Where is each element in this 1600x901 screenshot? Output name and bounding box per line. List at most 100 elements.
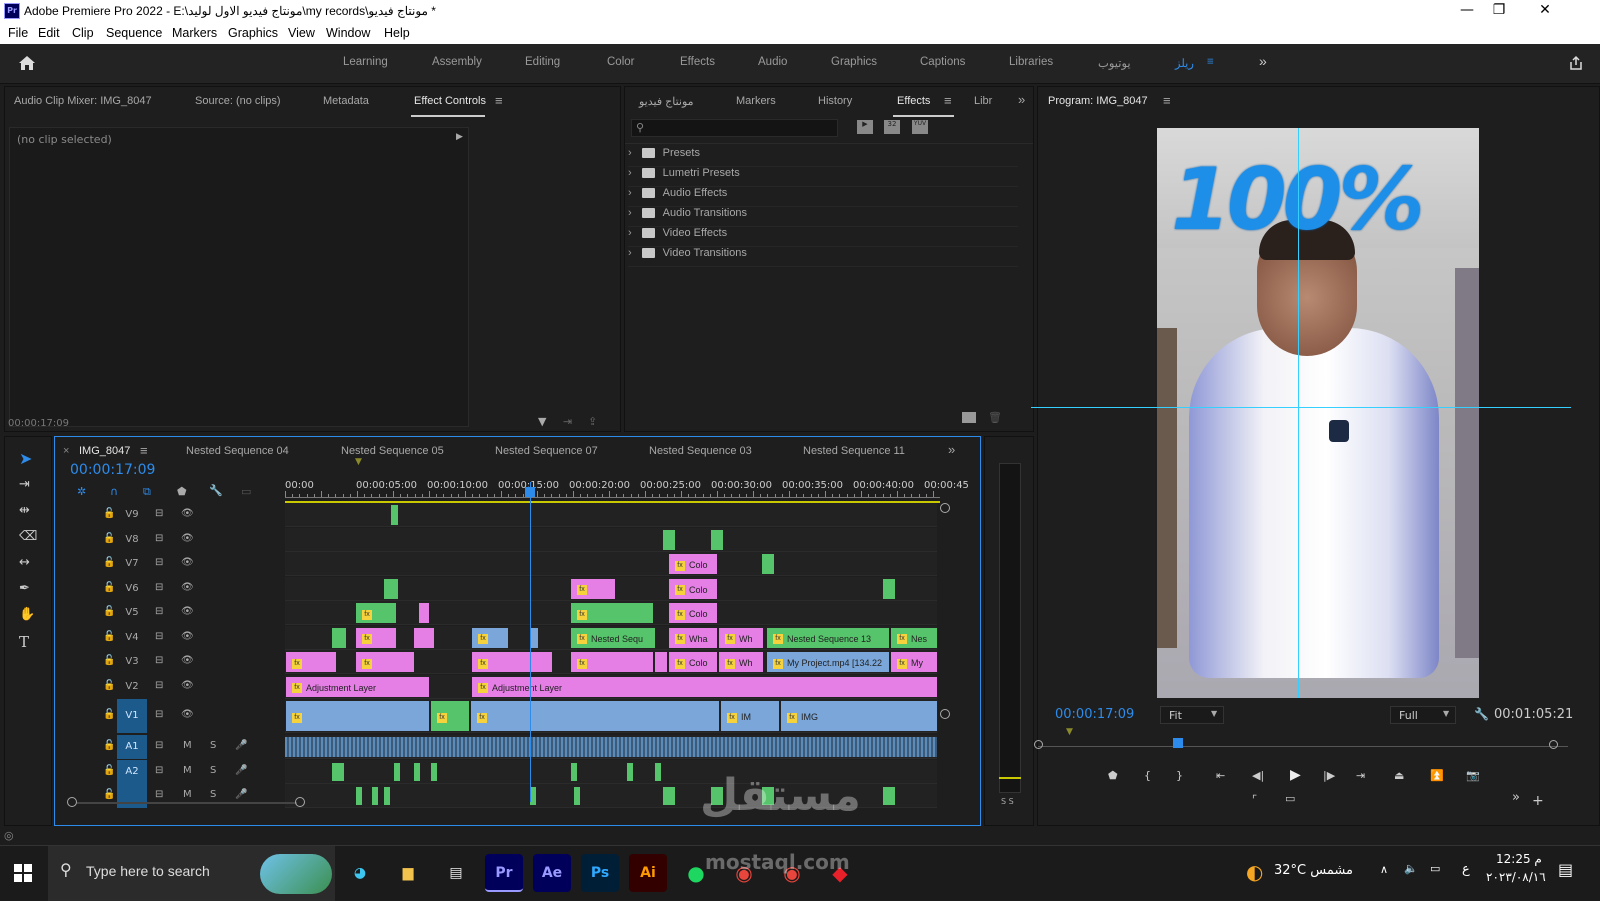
track-label[interactable]: V2 xyxy=(117,679,147,695)
effects-tree-item[interactable]: › Lumetri Presets xyxy=(628,167,1018,187)
tab-nested-04[interactable]: Nested Sequence 04 xyxy=(186,445,289,457)
effects-tree-item[interactable]: › Presets xyxy=(628,147,1018,167)
track-label[interactable]: V3 xyxy=(117,654,147,670)
add-marker-icon[interactable]: ⬟ xyxy=(1108,769,1118,782)
menu-window[interactable]: Window xyxy=(326,26,370,40)
sync-lock-icon[interactable]: ⊟ xyxy=(155,740,163,751)
track-lane[interactable]: fx Adjustment Layer fx Adjustment Layer xyxy=(285,674,938,699)
track-lane[interactable] xyxy=(285,735,937,759)
sync-lock-icon[interactable]: ⊟ xyxy=(155,765,163,776)
track-label[interactable]: V5 xyxy=(117,605,147,621)
program-monitor-title[interactable]: Program: IMG_8047 xyxy=(1048,95,1148,107)
track-lane[interactable]: fx fx fx fx fx Colo fx Wh fx My Project.mp4 [134.… xyxy=(285,650,938,674)
audio-clip[interactable] xyxy=(430,761,438,782)
panel-more-icon[interactable]: » xyxy=(1018,92,1025,107)
network-icon[interactable]: ▭ xyxy=(1430,862,1440,875)
lock-icon[interactable]: 🔓 xyxy=(103,655,115,666)
sync-lock-icon[interactable]: ⊟ xyxy=(155,533,163,544)
language-indicator[interactable]: ع xyxy=(1462,862,1470,877)
effects-tree-item[interactable]: › Audio Transitions xyxy=(628,207,1018,227)
go-to-out-icon[interactable]: ⇥ xyxy=(1356,769,1365,782)
eye-icon[interactable]: 👁 xyxy=(181,680,194,691)
workspaces-more-icon[interactable]: » xyxy=(1259,53,1267,69)
workspace-youtube[interactable]: يوتيوب xyxy=(1098,56,1131,70)
workspace-menu-icon[interactable]: ≡ xyxy=(1207,56,1214,68)
timeline-clip[interactable]: fx xyxy=(470,700,720,732)
more-controls-icon[interactable]: » xyxy=(1512,790,1520,805)
track-label[interactable]: A2 xyxy=(117,759,147,784)
timeline-clip[interactable]: fx Nes xyxy=(890,626,938,649)
track-label[interactable]: V7 xyxy=(117,556,147,572)
close-button[interactable]: ✕ xyxy=(1530,2,1560,18)
menu-edit[interactable]: Edit xyxy=(38,26,60,40)
timeline-clip[interactable]: fx My Project.mp4 [134.22 xyxy=(766,651,890,673)
workspace-libraries[interactable]: Libraries xyxy=(1009,56,1053,68)
timeline-clip[interactable]: fx Wh xyxy=(718,651,764,673)
track-label[interactable]: V8 xyxy=(117,532,147,548)
timeline-clip[interactable]: fx Wh xyxy=(718,626,764,649)
track-header[interactable]: 🔓 V5 ⊟ 👁 xyxy=(55,601,283,625)
timeline-clip[interactable]: fx Wha xyxy=(668,626,718,649)
audio-clip[interactable] xyxy=(371,786,379,806)
audio-clip[interactable] xyxy=(662,786,676,806)
chevron-right-icon[interactable]: › xyxy=(628,207,632,219)
timeline-clip[interactable]: fx xyxy=(355,626,397,649)
close-tab-icon[interactable]: × xyxy=(63,445,69,457)
timeline-clip[interactable] xyxy=(383,577,399,600)
tab-project[interactable]: مونتاج فيديو xyxy=(639,95,694,108)
audio-waveform[interactable] xyxy=(285,737,937,757)
tab-source[interactable]: Source: (no clips) xyxy=(195,95,281,107)
timeline-clip[interactable] xyxy=(710,528,724,551)
home-icon[interactable] xyxy=(18,55,36,71)
comparison-view-icon[interactable]: ⌜ xyxy=(1252,793,1257,806)
linked-selection-icon[interactable]: ⧉ xyxy=(143,485,151,499)
effects-tree-item[interactable]: › Audio Effects xyxy=(628,187,1018,207)
eye-icon[interactable]: 👁 xyxy=(181,655,194,666)
tab-effects[interactable]: Effects xyxy=(897,95,930,107)
tab-effect-controls[interactable]: Effect Controls xyxy=(414,95,486,107)
tab-nested-07[interactable]: Nested Sequence 07 xyxy=(495,445,598,457)
go-to-in-icon[interactable]: ⇤ xyxy=(1216,769,1225,782)
taskbar-search-box[interactable]: ⚲ Type here to search xyxy=(48,846,335,901)
track-lane[interactable]: fx fx Colo xyxy=(285,576,937,601)
sync-lock-icon[interactable]: ⊟ xyxy=(155,508,163,519)
track-lane[interactable]: fx Colo xyxy=(285,552,937,576)
accelerated-effects-icon[interactable]: ▶ xyxy=(857,120,873,134)
play-icon[interactable]: ▶ xyxy=(1290,767,1301,783)
track-header[interactable]: 🔓 V2 ⊟ 👁 xyxy=(55,675,283,699)
share-icon[interactable] xyxy=(1568,55,1584,71)
timeline-clip[interactable] xyxy=(761,553,775,575)
track-header[interactable]: 🔓 V8 ⊟ 👁 xyxy=(55,528,283,552)
eye-icon[interactable]: 👁 xyxy=(181,508,194,519)
eye-icon[interactable]: 👁 xyxy=(181,533,194,544)
menu-graphics[interactable]: Graphics xyxy=(228,26,278,40)
lock-icon[interactable]: 🔓 xyxy=(103,709,115,720)
menu-help[interactable]: Help xyxy=(384,26,410,40)
track-lane[interactable] xyxy=(285,527,937,552)
step-forward-icon[interactable]: |▶ xyxy=(1323,769,1335,782)
lift-icon[interactable]: ⏏ xyxy=(1394,769,1404,782)
pen-tool-icon[interactable]: ✒ xyxy=(19,581,30,596)
trash-icon[interactable]: 🗑 xyxy=(988,411,1002,424)
timeline-clip[interactable] xyxy=(654,651,668,673)
solo-button[interactable]: S xyxy=(210,740,216,751)
safe-margins-icon[interactable]: ▭ xyxy=(1285,792,1295,805)
track-header[interactable]: 🔓 V6 ⊟ 👁 xyxy=(55,577,283,601)
lock-icon[interactable]: 🔓 xyxy=(103,582,115,593)
workspace-learning[interactable]: Learning xyxy=(343,56,388,68)
workspace-editing[interactable]: Editing xyxy=(525,56,560,68)
sync-lock-icon[interactable]: ⊟ xyxy=(155,680,163,691)
tab-libraries[interactable]: Libr xyxy=(974,95,992,107)
timeline-clip[interactable]: fx My xyxy=(890,651,938,673)
solo-button[interactable]: S xyxy=(210,765,216,776)
timeline-clip[interactable] xyxy=(331,626,347,649)
audio-clip[interactable] xyxy=(882,786,896,806)
track-label[interactable]: V9 xyxy=(117,507,147,523)
audio-clip[interactable] xyxy=(383,786,391,806)
effects-tree-item[interactable]: › Video Effects xyxy=(628,227,1018,247)
tab-img-8047[interactable]: IMG_8047 xyxy=(79,445,130,457)
fit-dropdown[interactable]: Fit ▼ xyxy=(1160,706,1224,724)
timeline-clip[interactable]: fx IMG xyxy=(780,700,938,732)
tab-markers[interactable]: Markers xyxy=(736,95,776,107)
mute-button[interactable]: M xyxy=(183,740,192,751)
